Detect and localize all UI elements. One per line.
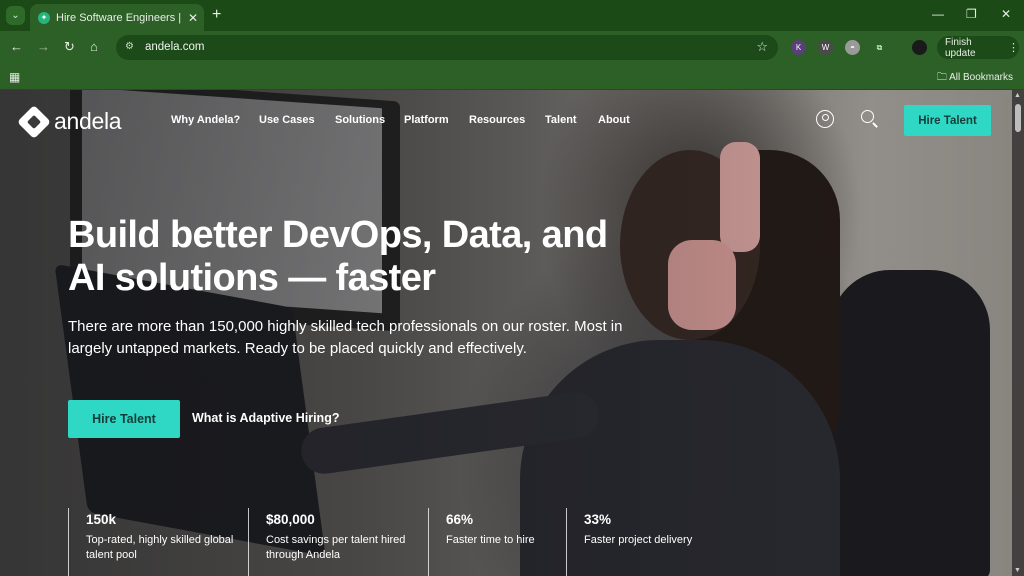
adaptive-hiring-link[interactable]: What is Adaptive Hiring?: [192, 411, 339, 425]
hero-headline: Build better DevOps, Data, and AI soluti…: [68, 214, 608, 299]
page-scrollbar[interactable]: ▲ ▼: [1012, 90, 1024, 576]
stat-value: $80,000: [266, 512, 315, 527]
browser-tab-bar: ⌄ ✦ Hire Software Engineers | On-D ✕ + —…: [0, 0, 1024, 31]
scrollbar-thumb[interactable]: [1015, 104, 1021, 132]
scroll-down-arrow-icon[interactable]: ▼: [1014, 567, 1021, 574]
address-bar[interactable]: ⚙ andela.com ☆: [116, 35, 778, 60]
andela-logo-icon: [17, 104, 51, 139]
stat-cost-savings: $80,000 Cost savings per talent hired th…: [248, 508, 428, 576]
forward-arrow-icon[interactable]: →: [37, 40, 50, 54]
stat-description: Cost savings per talent hired through An…: [266, 534, 406, 561]
menu-dots-icon[interactable]: ⋮: [1008, 41, 1019, 54]
nav-use-cases[interactable]: Use Cases: [259, 114, 315, 126]
stat-description: Faster project delivery: [584, 534, 693, 546]
search-icon[interactable]: [861, 110, 874, 123]
andela-favicon-icon: ✦: [38, 11, 50, 24]
restore-button[interactable]: ❐: [966, 7, 977, 21]
nav-about[interactable]: About: [598, 114, 630, 126]
stat-description: Top-rated, highly skilled global talent …: [86, 534, 234, 561]
tab-close-icon[interactable]: ✕: [188, 11, 198, 25]
stat-value: 66%: [446, 512, 474, 527]
apps-grid-icon[interactable]: ▦: [9, 70, 20, 84]
bookmarks-bar: ▦ 🗀 All Bookmarks: [0, 64, 1024, 90]
extension-k-icon[interactable]: K: [791, 40, 806, 55]
url-text[interactable]: andela.com: [145, 41, 204, 53]
stat-description: Faster time to hire: [446, 534, 535, 546]
extensions-puzzle-icon[interactable]: ⧉: [872, 40, 887, 55]
all-bookmarks-label: All Bookmarks: [949, 72, 1013, 83]
nav-why-andela[interactable]: Why Andela?: [171, 114, 240, 126]
hire-talent-nav-button[interactable]: Hire Talent: [904, 105, 991, 136]
nav-talent[interactable]: Talent: [545, 114, 577, 126]
back-arrow-icon[interactable]: ←: [10, 40, 23, 54]
extension-jar-icon[interactable]: ◓: [845, 40, 860, 55]
finish-update-button[interactable]: Finish update ⋮: [937, 36, 1019, 59]
andela-hero-page: andela Why Andela? Use Cases Solutions P…: [0, 90, 1024, 576]
site-info-icon[interactable]: ⚙: [125, 41, 134, 52]
tab-title: Hire Software Engineers | On-D: [56, 11, 182, 24]
nav-resources[interactable]: Resources: [469, 114, 525, 126]
scroll-up-arrow-icon[interactable]: ▲: [1014, 92, 1021, 99]
close-window-button[interactable]: ✕: [1001, 7, 1011, 21]
minimize-button[interactable]: —: [932, 7, 944, 21]
account-user-icon[interactable]: [816, 110, 834, 128]
hire-talent-cta-button[interactable]: Hire Talent: [68, 400, 180, 438]
home-icon[interactable]: ⌂: [90, 40, 98, 54]
browser-toolbar: ← → ↻ ⌂ ⚙ andela.com ☆ K W ◓ ⧉ Finish up…: [0, 31, 1024, 64]
bookmark-star-icon[interactable]: ☆: [756, 39, 768, 55]
logo-text: andela: [54, 108, 122, 134]
stat-talent-pool: 150k Top-rated, highly skilled global ta…: [68, 508, 248, 576]
nav-solutions[interactable]: Solutions: [335, 114, 385, 126]
nav-platform[interactable]: Platform: [404, 114, 449, 126]
reload-icon[interactable]: ↻: [64, 40, 75, 54]
stat-project-delivery: 33% Faster project delivery: [566, 508, 746, 576]
hero-subtext: There are more than 150,000 highly skill…: [68, 318, 623, 357]
finish-update-label: Finish update: [945, 36, 976, 59]
tab-search-chevron-icon[interactable]: ⌄: [6, 6, 25, 25]
all-bookmarks-folder[interactable]: 🗀 All Bookmarks: [937, 70, 1013, 87]
stat-value: 150k: [86, 512, 117, 527]
extension-w-icon[interactable]: W: [818, 40, 833, 55]
browser-tab[interactable]: ✦ Hire Software Engineers | On-D ✕: [30, 4, 204, 31]
profile-avatar[interactable]: [912, 40, 927, 55]
andela-logo[interactable]: andela: [17, 104, 122, 139]
stat-value: 33%: [584, 512, 612, 527]
new-tab-button[interactable]: +: [212, 6, 221, 24]
stat-time-to-hire: 66% Faster time to hire: [428, 508, 566, 576]
